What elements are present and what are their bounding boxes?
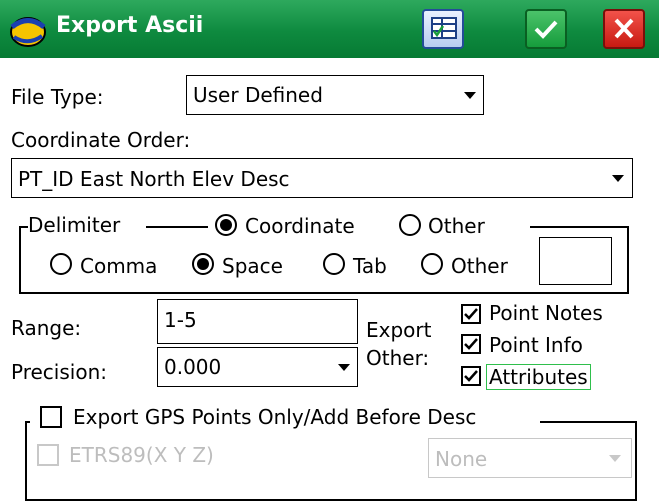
radio-coordinate-label[interactable]: Coordinate bbox=[245, 214, 355, 238]
radio-comma-label[interactable]: Comma bbox=[80, 254, 157, 278]
file-type-label: File Type: bbox=[11, 85, 104, 109]
checkmark-icon bbox=[464, 338, 478, 350]
radio-delim-other-label[interactable]: Other bbox=[451, 254, 508, 278]
file-type-dropdown[interactable]: User Defined bbox=[186, 75, 484, 115]
export-other-label-line2: Other: bbox=[366, 346, 430, 370]
chevron-down-icon bbox=[464, 92, 476, 99]
range-label: Range: bbox=[11, 316, 82, 340]
precision-dropdown[interactable]: 0.000 bbox=[157, 347, 358, 387]
title-bar: Export Ascii bbox=[0, 0, 659, 58]
file-type-value: User Defined bbox=[193, 83, 323, 107]
point-info-checkbox[interactable] bbox=[461, 334, 481, 354]
etrs89-dropdown[interactable]: None bbox=[428, 438, 632, 478]
point-notes-checkbox[interactable] bbox=[461, 304, 481, 324]
export-other-label-line1: Export bbox=[366, 318, 432, 342]
radio-tab[interactable] bbox=[323, 253, 345, 275]
checkmark-icon bbox=[464, 308, 478, 320]
table-view-button[interactable] bbox=[422, 9, 464, 49]
etrs89-dropdown-value: None bbox=[435, 447, 488, 471]
attributes-label[interactable]: Attributes bbox=[486, 364, 591, 390]
radio-space[interactable] bbox=[192, 253, 214, 275]
ok-button[interactable] bbox=[525, 9, 567, 49]
coordinate-order-value: PT_ID East North Elev Desc bbox=[18, 167, 290, 191]
checkmark-icon bbox=[464, 370, 478, 382]
close-x-icon bbox=[614, 18, 634, 39]
coordinate-order-dropdown[interactable]: PT_ID East North Elev Desc bbox=[11, 158, 633, 198]
radio-space-label[interactable]: Space bbox=[222, 254, 283, 278]
etrs89-label: ETRS89(X Y Z) bbox=[69, 443, 214, 467]
point-notes-label[interactable]: Point Notes bbox=[489, 301, 603, 325]
range-input[interactable]: 1-5 bbox=[157, 299, 358, 344]
chevron-down-icon bbox=[338, 364, 350, 371]
radio-scope-other[interactable] bbox=[399, 214, 421, 236]
window-title: Export Ascii bbox=[56, 13, 204, 38]
chevron-down-icon bbox=[609, 455, 621, 462]
checkmark-icon bbox=[534, 20, 558, 39]
chevron-down-icon bbox=[612, 175, 624, 182]
table-view-icon bbox=[431, 17, 457, 39]
radio-scope-other-label[interactable]: Other bbox=[428, 214, 485, 238]
precision-value: 0.000 bbox=[164, 355, 222, 379]
point-info-label[interactable]: Point Info bbox=[489, 333, 583, 357]
radio-comma[interactable] bbox=[50, 253, 72, 275]
precision-label: Precision: bbox=[11, 360, 107, 384]
etrs89-checkbox[interactable] bbox=[37, 444, 59, 466]
attributes-checkbox[interactable] bbox=[461, 366, 481, 386]
delimiter-label: Delimiter bbox=[28, 213, 121, 237]
close-button[interactable] bbox=[603, 9, 645, 49]
other-delimiter-input[interactable] bbox=[539, 237, 612, 285]
radio-tab-label[interactable]: Tab bbox=[353, 254, 387, 278]
coordinate-order-label: Coordinate Order: bbox=[11, 128, 191, 152]
gps-only-label[interactable]: Export GPS Points Only/Add Before Desc bbox=[73, 405, 476, 429]
gps-only-checkbox[interactable] bbox=[40, 406, 62, 428]
radio-delim-other[interactable] bbox=[421, 253, 443, 275]
app-logo-icon bbox=[10, 17, 46, 47]
radio-coordinate[interactable] bbox=[215, 214, 237, 236]
range-value: 1-5 bbox=[164, 308, 197, 332]
